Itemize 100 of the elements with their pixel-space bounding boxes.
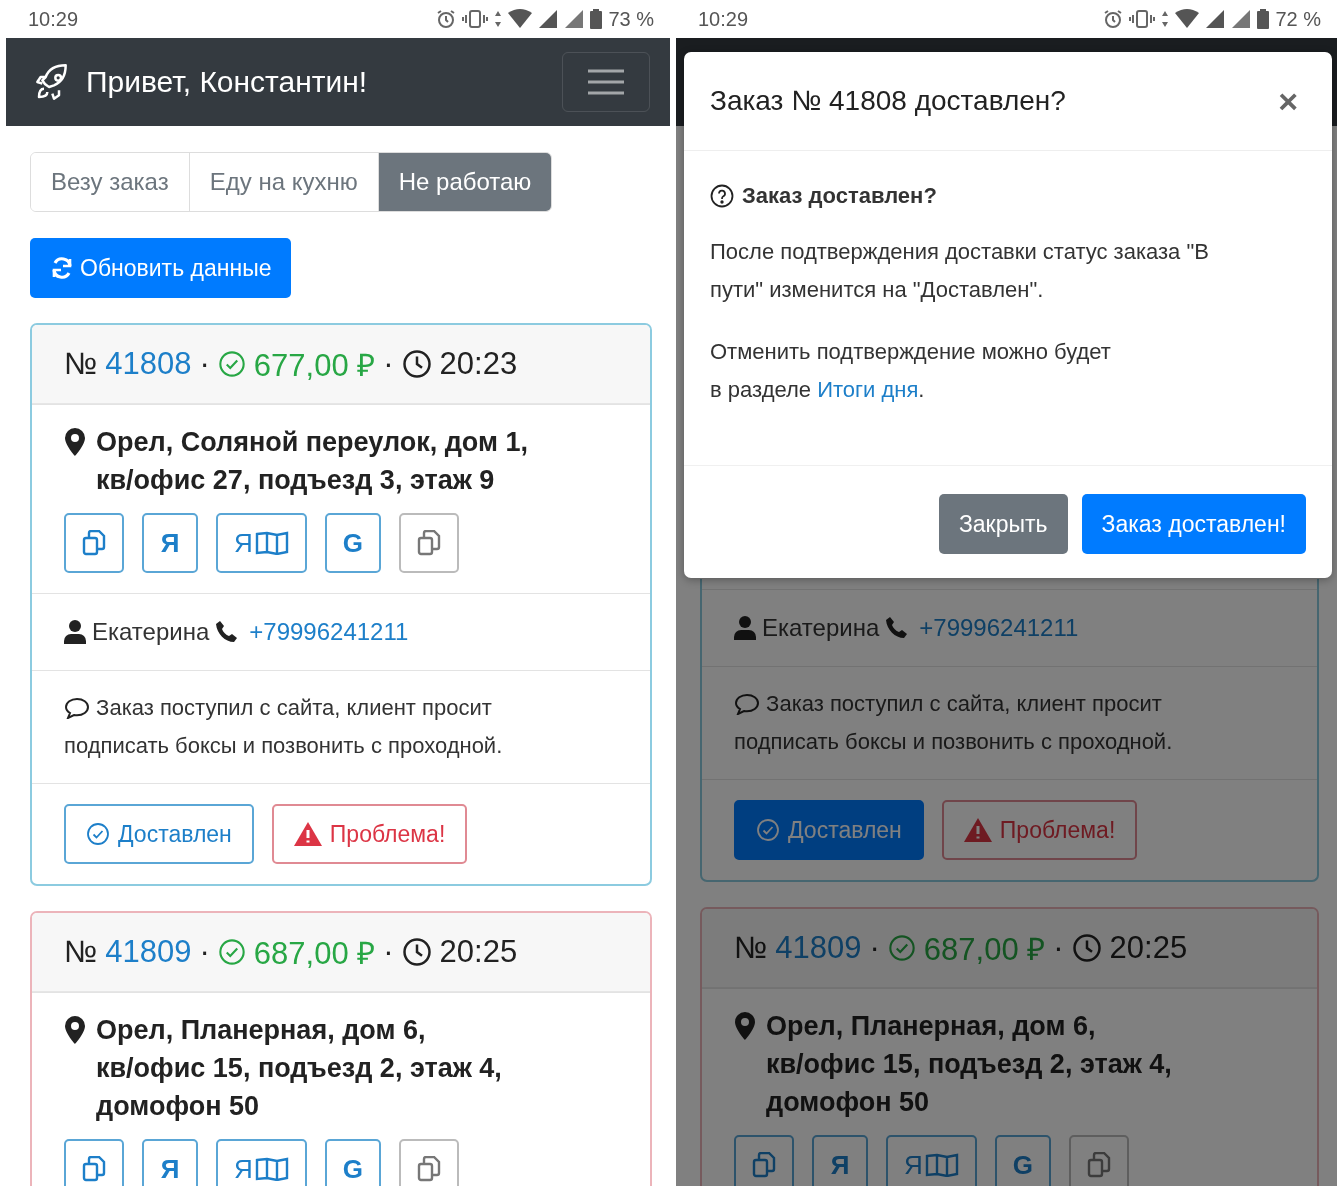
copy-button[interactable] (1069, 1135, 1129, 1186)
copy-icon (1087, 1152, 1111, 1178)
clock-icon (1071, 933, 1102, 963)
number-sign: № (64, 346, 98, 382)
order-number-link[interactable]: 41809 (105, 934, 192, 970)
wifi-icon (1175, 9, 1200, 29)
alarm-icon (1103, 9, 1124, 29)
problem-button[interactable]: Проблема! (271, 804, 468, 864)
day-summary-link[interactable]: Итоги дня (817, 377, 919, 402)
separator: · (1053, 930, 1064, 966)
map-app-button[interactable]: Я (142, 1139, 198, 1186)
phone-link[interactable]: +79996241211 (919, 614, 1079, 642)
map-app-button[interactable]: Я (812, 1135, 868, 1186)
order-time: 20:23 (439, 346, 518, 382)
close-button[interactable]: × (1270, 81, 1306, 121)
dialog-text: После подтверждения доставки статус заказа "В пути" изменится на "Доставлен". (710, 238, 1210, 304)
order-number-link[interactable]: 41808 (105, 346, 192, 382)
warning-icon (293, 822, 322, 846)
map-icon (924, 1153, 959, 1177)
signal-icon (1231, 9, 1252, 29)
map-pin-icon (734, 1012, 756, 1040)
problem-button[interactable]: Проблема! (941, 800, 1138, 860)
check-circle-icon (86, 822, 110, 846)
order-sum: 677,00 ₽ (253, 347, 376, 385)
phone-icon (215, 620, 240, 644)
check-circle-icon (217, 350, 246, 378)
menu-button[interactable] (562, 52, 650, 112)
delivered-button[interactable]: Доставлен (64, 804, 254, 864)
number-sign: № (734, 930, 768, 966)
user-icon (64, 620, 86, 644)
sync-icon (50, 256, 74, 280)
map-app-button[interactable]: Я (216, 1139, 307, 1186)
separator: · (383, 346, 394, 382)
warning-icon (963, 818, 992, 842)
order-time: 20:25 (439, 934, 518, 970)
wifi-icon (508, 9, 533, 29)
vibrate-icon (1129, 9, 1156, 29)
customer-name: Екатерина (92, 618, 210, 646)
map-pin-icon (64, 1016, 86, 1044)
copy-button[interactable] (64, 1139, 124, 1186)
map-app-button[interactable]: Я (142, 513, 198, 573)
status-tab[interactable]: Не работаю (377, 153, 552, 211)
address-text: Орел, Планерная, дом 6, кв/офис 15, подъезд 2, этаж 4, домофон 50 (96, 1014, 502, 1123)
delivered-button[interactable]: Доставлен (734, 800, 924, 860)
copy-button[interactable] (734, 1135, 794, 1186)
signal-icon (1205, 9, 1226, 29)
copy-icon (82, 530, 106, 556)
comment-icon (734, 693, 760, 715)
phone-icon (885, 616, 910, 640)
number-sign: № (64, 934, 98, 970)
battery-level: 72 % (1275, 7, 1321, 31)
order-sum: 687,00 ₽ (923, 931, 1046, 969)
data-icon (1161, 9, 1170, 29)
dialog-note: Отменить подтверждение можно будет в разделе Итоги дня. (710, 338, 1112, 404)
customer-name: Екатерина (762, 614, 880, 642)
cancel-button[interactable]: Закрыть (938, 494, 1068, 554)
menu-icon (586, 67, 626, 97)
copy-icon (417, 530, 441, 556)
refresh-button[interactable]: Обновить данные (30, 238, 292, 298)
copy-button[interactable] (399, 1139, 459, 1186)
confirm-button[interactable]: Заказ доставлен! (1081, 494, 1306, 554)
question-circle-icon (710, 184, 734, 208)
user-icon (734, 616, 756, 640)
map-app-button[interactable]: Я (216, 513, 307, 573)
battery-icon (1257, 9, 1270, 29)
battery-icon (590, 9, 603, 29)
map-app-button[interactable]: Я (886, 1135, 977, 1186)
copy-button[interactable] (64, 513, 124, 573)
check-circle-icon (217, 938, 246, 966)
greeting-title: Привет, Константин! (86, 65, 369, 99)
order-number-link[interactable]: 41809 (775, 930, 862, 966)
map-app-button[interactable]: G (994, 1135, 1051, 1186)
dialog-title: Заказ № 41808 доставлен? (710, 85, 1066, 117)
copy-icon (417, 1156, 441, 1182)
check-circle-icon (887, 934, 916, 962)
vibrate-icon (462, 9, 489, 29)
check-circle-icon (756, 818, 780, 842)
separator: · (869, 930, 880, 966)
clock-icon (401, 349, 432, 379)
order-time: 20:25 (1109, 930, 1188, 966)
signal-icon (564, 9, 585, 29)
map-icon (254, 531, 289, 555)
data-icon (494, 9, 503, 29)
separator: · (199, 346, 210, 382)
separator: · (383, 934, 394, 970)
phone-link[interactable]: +79996241211 (249, 618, 409, 646)
clock-icon (401, 937, 432, 967)
copy-button[interactable] (399, 513, 459, 573)
comment-text: Заказ поступил с сайта, клиент просит подписать боксы и позвонить с проходной. (734, 691, 1173, 754)
map-app-button[interactable]: G (324, 1139, 381, 1186)
map-app-button[interactable]: G (324, 513, 381, 573)
battery-level: 73 % (608, 7, 654, 31)
question-text: Заказ доставлен? (742, 183, 937, 209)
address-text: Орел, Планерная, дом 6, кв/офис 15, подъезд 2, этаж 4, домофон 50 (766, 1010, 1172, 1119)
copy-icon (752, 1152, 776, 1178)
alarm-icon (436, 9, 457, 29)
copy-icon (82, 1156, 106, 1182)
signal-icon (538, 9, 559, 29)
clock-time: 10:29 (28, 7, 79, 31)
clock-time: 10:29 (698, 7, 749, 31)
